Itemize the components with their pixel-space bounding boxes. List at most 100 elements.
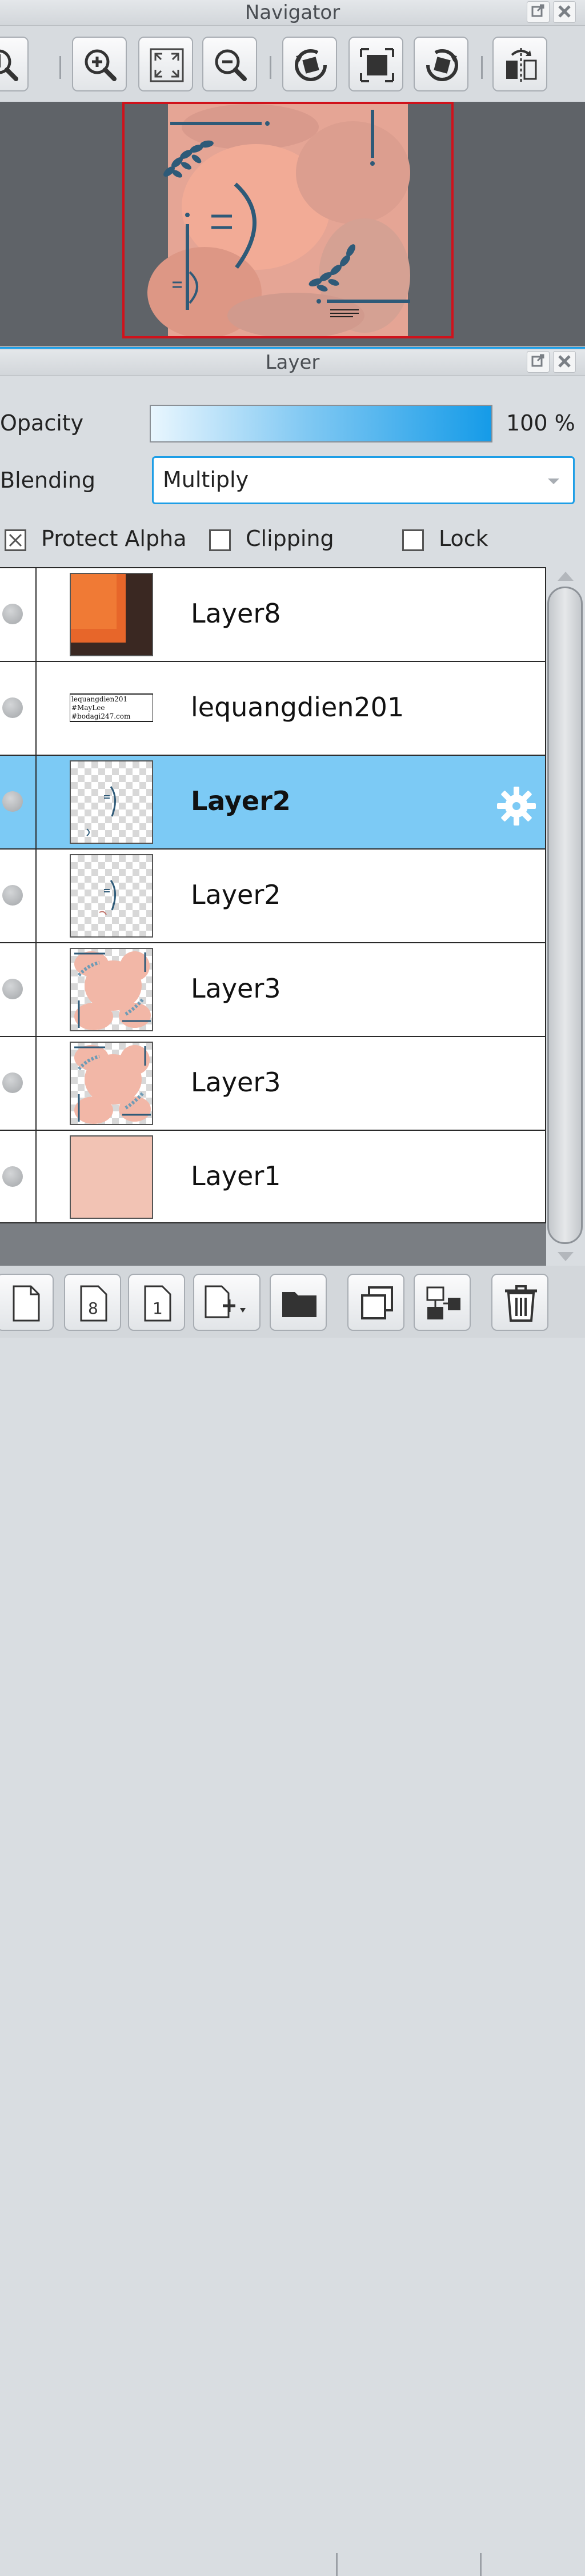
chevron-down-icon (548, 478, 559, 484)
scrollbar-thumb[interactable] (547, 587, 583, 1244)
view-rectangle[interactable] (122, 102, 454, 338)
layer-thumbnail (70, 1135, 153, 1219)
canvas-thumbnail (147, 104, 410, 338)
visibility-toggle[interactable] (2, 1166, 23, 1187)
navigator-title: Navigator (245, 1, 340, 24)
rotate-right-button[interactable] (414, 37, 468, 91)
zoom-out-icon (215, 49, 247, 81)
fit-canvas-button[interactable] (348, 37, 403, 91)
layer-settings-gear-icon[interactable] (495, 784, 538, 828)
opacity-value: 100 % (506, 410, 575, 436)
layer-row-selected[interactable]: Layer2 (0, 756, 545, 850)
visibility-toggle[interactable] (2, 1072, 23, 1093)
layer-list: Layer8 lequangdien201 #MayLee #bodagi247… (0, 567, 546, 1223)
layer-name: Layer3 (191, 1067, 281, 1098)
protect-alpha-label: Protect Alpha (41, 526, 187, 551)
panel-divider[interactable] (0, 347, 585, 349)
zoom-in-button[interactable] (72, 37, 127, 91)
close-icon (558, 5, 571, 18)
layer-row[interactable]: Layer3 (0, 1037, 545, 1131)
visibility-toggle[interactable] (2, 697, 23, 718)
opacity-slider[interactable] (150, 405, 492, 442)
layer-name: Layer8 (191, 598, 281, 629)
clipping-label: Clipping (246, 526, 334, 551)
duplicate-layer-icon (361, 1286, 393, 1319)
trash-icon (505, 1285, 537, 1322)
navigator-detach-button[interactable] (527, 1, 550, 23)
layer-thumbnail (70, 573, 153, 656)
visibility-toggle[interactable] (2, 791, 23, 812)
new-folder-icon (282, 1292, 316, 1317)
fit-to-window-button[interactable] (138, 37, 193, 91)
check-x-icon (9, 533, 22, 547)
layer-row[interactable]: Layer8 (0, 568, 545, 662)
rotate-left-button[interactable] (282, 37, 337, 91)
layer-thumbnail (70, 948, 153, 1031)
add-layer-dropdown-button[interactable] (193, 1274, 261, 1331)
layer-toolbar: 8 1 (0, 1266, 585, 2576)
layer-list-empty-area (0, 1223, 546, 1266)
flip-horizontal-button[interactable] (492, 37, 547, 91)
layer-thumbnail: lequangdien201 #MayLee #bodagi247.com (70, 667, 153, 750)
blending-select[interactable]: Multiply (152, 456, 575, 504)
navigator-close-button[interactable] (553, 1, 576, 23)
new-8bit-layer-button[interactable]: 8 (64, 1274, 121, 1331)
lock-checkbox[interactable] (402, 529, 424, 551)
layer-thumbnail (70, 760, 153, 844)
visibility-toggle[interactable] (2, 604, 23, 624)
actual-size-icon (0, 49, 18, 81)
clipping-checkbox[interactable] (209, 529, 231, 551)
layer-name: Layer1 (191, 1161, 281, 1191)
new-layer-icon (13, 1285, 40, 1322)
navigator-toolbar (0, 26, 585, 102)
rotate-left-icon (295, 49, 327, 81)
zoom-in-icon (85, 49, 117, 81)
layer-detach-button[interactable] (527, 351, 550, 373)
layer-thumbnail (70, 1042, 153, 1125)
duplicate-layer-button[interactable] (347, 1274, 404, 1331)
zoom-out-button[interactable] (202, 37, 257, 91)
detach-icon (531, 354, 544, 367)
svg-text:1: 1 (153, 1299, 163, 1318)
visibility-toggle[interactable] (2, 979, 23, 999)
new-8bit-layer-icon: 8 (80, 1285, 107, 1322)
lock-label: Lock (439, 526, 488, 551)
new-1bit-layer-icon: 1 (144, 1285, 171, 1322)
navigator-titlebar: Navigator (0, 0, 585, 26)
layer-thumbnail (70, 854, 153, 938)
visibility-toggle[interactable] (2, 885, 23, 906)
thumb-text-line-3: #bodagi247.com (71, 712, 131, 720)
new-folder-button[interactable] (270, 1274, 327, 1331)
delete-layer-button[interactable] (491, 1274, 548, 1331)
flip-horizontal-icon (506, 48, 537, 82)
layer-name: Layer2 (191, 879, 281, 910)
layer-name: Layer2 (191, 785, 291, 816)
detach-icon (531, 4, 544, 17)
layer-row[interactable]: lequangdien201 #MayLee #bodagi247.com le… (0, 662, 545, 756)
layer-row[interactable]: Layer3 (0, 943, 545, 1037)
protect-alpha-checkbox[interactable] (5, 529, 26, 551)
layer-name: lequangdien201 (191, 692, 404, 723)
new-1bit-layer-button[interactable]: 1 (128, 1274, 185, 1331)
rotate-right-icon (426, 49, 458, 81)
thumb-text-line-1: lequangdien201 (71, 695, 127, 703)
thumb-text-line-2: #MayLee (71, 704, 105, 712)
add-layer-dropdown-icon (205, 1285, 246, 1318)
blending-value: Multiply (163, 467, 249, 492)
layer-titlebar: Layer (0, 350, 585, 376)
fit-to-window-icon (150, 48, 184, 82)
svg-text:8: 8 (88, 1299, 98, 1318)
layer-row[interactable]: Layer1 (0, 1131, 545, 1222)
layer-close-button[interactable] (553, 351, 576, 373)
merge-layer-icon (426, 1286, 460, 1319)
opacity-label: Opacity (0, 410, 84, 436)
scroll-down-arrow-icon[interactable] (558, 1252, 574, 1261)
actual-size-button[interactable] (0, 37, 29, 91)
new-layer-button[interactable] (0, 1274, 54, 1331)
layer-name: Layer3 (191, 973, 281, 1004)
layer-panel-title: Layer (265, 351, 320, 374)
scroll-up-arrow-icon[interactable] (558, 572, 574, 581)
merge-layer-button[interactable] (414, 1274, 471, 1331)
layer-row[interactable]: Layer2 (0, 850, 545, 943)
navigator-preview[interactable] (0, 102, 585, 346)
